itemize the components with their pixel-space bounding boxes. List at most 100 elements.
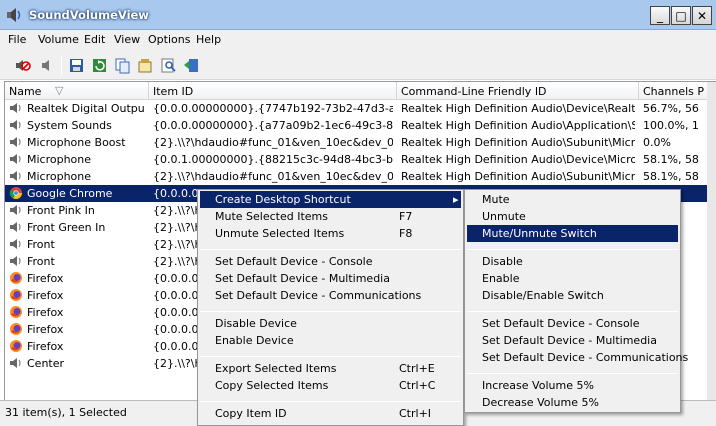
submenu-item-mute[interactable]: Mute	[467, 191, 678, 208]
menu-item-shortcut: F8	[399, 227, 413, 240]
menu-options[interactable]: Options	[148, 33, 190, 46]
cell-channels: 58.1%, 58	[643, 170, 699, 183]
menu-item-create-desktop-shortcut[interactable]: Create Desktop Shortcut ▸	[200, 191, 461, 208]
table-row[interactable]: Microphone Boost {2}.\\?\hdaudio#func_01&…	[5, 134, 716, 151]
column-header-channels[interactable]: Channels P	[639, 82, 716, 100]
speaker-icon	[9, 152, 23, 166]
menu-item-label: Mute/Unmute Switch	[482, 227, 597, 240]
close-button[interactable]: ✕	[692, 6, 712, 25]
properties-icon[interactable]	[137, 57, 154, 74]
menu-edit[interactable]: Edit	[84, 33, 105, 46]
copy-icon[interactable]	[114, 57, 131, 74]
menu-item-label: Export Selected Items	[215, 362, 337, 375]
submenu-item-unmute[interactable]: Unmute	[467, 208, 678, 225]
cell-name: Firefox	[27, 289, 64, 302]
menu-separator	[467, 249, 678, 250]
submenu-item-default-console[interactable]: Set Default Device - Console	[467, 315, 678, 332]
table-row[interactable]: System Sounds {0.0.0.00000000}.{a77a09b2-…	[5, 117, 716, 134]
sort-down-icon: ▽	[55, 84, 64, 97]
menu-item-mute-selected[interactable]: Mute Selected Items F7	[200, 208, 461, 225]
menu-file[interactable]: File	[8, 33, 26, 46]
menu-item-set-default-console[interactable]: Set Default Device - Console	[200, 253, 461, 270]
submenu-item-default-multimedia[interactable]: Set Default Device - Multimedia	[467, 332, 678, 349]
maximize-button[interactable]: □	[671, 6, 691, 25]
list-header: Name ▽ Item ID Command-Line Friendly ID …	[5, 82, 716, 100]
menu-item-label: Increase Volume 5%	[482, 379, 594, 392]
menu-item-set-default-multimedia[interactable]: Set Default Device - Multimedia	[200, 270, 461, 287]
table-row[interactable]: Microphone {0.0.1.00000000}.{88215c3c-94d…	[5, 151, 716, 168]
menu-item-copy-item-id[interactable]: Copy Item ID Ctrl+I	[200, 405, 461, 422]
exit-icon[interactable]	[183, 57, 200, 74]
close-icon: ✕	[696, 8, 708, 23]
table-row[interactable]: Microphone {2}.\\?\hdaudio#func_01&ven_10…	[5, 168, 716, 185]
cell-name: Microphone	[27, 170, 92, 183]
unmute-speaker-icon[interactable]	[38, 57, 55, 74]
menu-item-label: Set Default Device - Console	[482, 317, 640, 330]
menu-item-enable-device[interactable]: Enable Device	[200, 332, 461, 349]
cell-channels: 56.7%, 56	[643, 102, 699, 115]
cell-item-id: {2}.\\?\hdaudio#func_01&ven_10ec&dev_088…	[153, 136, 393, 149]
save-icon[interactable]	[68, 57, 85, 74]
cell-command-line-id: Realtek High Definition Audio\Device\Rea…	[401, 102, 635, 115]
shortcut-submenu: Mute Unmute Mute/Unmute Switch Disable E…	[464, 189, 688, 413]
menu-separator	[200, 249, 461, 250]
toolbar-separator	[61, 55, 62, 75]
cell-item-id: {0.0.0.00000000}.{a77a09b2-1ec6-49c3-860…	[153, 119, 393, 132]
firefox-icon	[9, 288, 23, 302]
column-header-name[interactable]: Name ▽	[5, 82, 149, 100]
toolbar	[0, 50, 716, 80]
menu-item-copy-selected[interactable]: Copy Selected Items Ctrl+C	[200, 377, 461, 394]
menu-item-label: Set Default Device - Console	[215, 255, 373, 268]
cell-item-id: {2}.\\?\hdaudio#func_01&ven_10ec&dev_088…	[153, 170, 393, 183]
vertical-scrollbar[interactable]	[707, 82, 716, 401]
submenu-item-decrease-volume[interactable]: Decrease Volume 5%	[467, 394, 678, 411]
submenu-item-default-communications[interactable]: Set Default Device - Communications	[467, 349, 688, 366]
maximize-icon: □	[675, 8, 687, 23]
find-icon[interactable]	[160, 57, 177, 74]
menu-item-set-default-communications[interactable]: Set Default Device - Communications	[200, 287, 461, 304]
cell-item-id: {0.0.1.00000000}.{88215c3c-94d8-4bc3-b01…	[153, 153, 393, 166]
submenu-item-disable[interactable]: Disable	[467, 253, 678, 270]
menu-volume[interactable]: Volume	[38, 33, 79, 46]
cell-name: Firefox	[27, 340, 64, 353]
minimize-button[interactable]: _	[650, 6, 670, 25]
submenu-item-disable-enable-switch[interactable]: Disable/Enable Switch	[467, 287, 678, 304]
cell-channels: 58.1%, 58	[643, 153, 699, 166]
cell-name: Front	[27, 255, 55, 268]
column-header-command-line-id[interactable]: Command-Line Friendly ID	[397, 82, 639, 100]
firefox-icon	[9, 322, 23, 336]
cell-name: Realtek Digital Output	[27, 102, 145, 115]
refresh-icon[interactable]	[91, 57, 108, 74]
cell-name: Center	[27, 357, 65, 370]
cell-command-line-id: Realtek High Definition Audio\Applicatio…	[401, 119, 635, 132]
menu-item-label: Set Default Device - Multimedia	[482, 334, 657, 347]
menu-separator	[200, 311, 461, 312]
speaker-icon	[9, 237, 23, 251]
menu-help[interactable]: Help	[196, 33, 221, 46]
menu-item-unmute-selected[interactable]: Unmute Selected Items F8	[200, 225, 461, 242]
table-row[interactable]: Realtek Digital Output {0.0.0.00000000}.{…	[5, 100, 716, 117]
submenu-item-mute-unmute-switch[interactable]: Mute/Unmute Switch	[467, 225, 678, 242]
menu-item-shortcut: Ctrl+I	[399, 407, 432, 420]
menu-item-disable-device[interactable]: Disable Device	[200, 315, 461, 332]
firefox-icon	[9, 339, 23, 353]
cell-name: Front Green In	[27, 221, 106, 234]
mute-speaker-icon[interactable]	[14, 57, 31, 74]
speaker-icon	[9, 220, 23, 234]
submenu-item-increase-volume[interactable]: Increase Volume 5%	[467, 377, 678, 394]
column-header-item-id[interactable]: Item ID	[149, 82, 397, 100]
speaker-icon	[9, 356, 23, 370]
submenu-item-enable[interactable]: Enable	[467, 270, 678, 287]
minimize-icon: _	[657, 8, 663, 23]
cell-name: Front Pink In	[27, 204, 95, 217]
menu-separator	[467, 311, 678, 312]
menu-item-export-selected[interactable]: Export Selected Items Ctrl+E	[200, 360, 461, 377]
cell-name: System Sounds	[27, 119, 112, 132]
menu-view[interactable]: View	[114, 33, 140, 46]
menu-item-label: Decrease Volume 5%	[482, 396, 599, 409]
cell-name: Firefox	[27, 323, 64, 336]
submenu-arrow-icon: ▸	[453, 193, 459, 206]
cell-name: Microphone	[27, 153, 92, 166]
menu-item-label: Set Default Device - Communications	[482, 351, 689, 364]
app-icon	[7, 8, 21, 22]
